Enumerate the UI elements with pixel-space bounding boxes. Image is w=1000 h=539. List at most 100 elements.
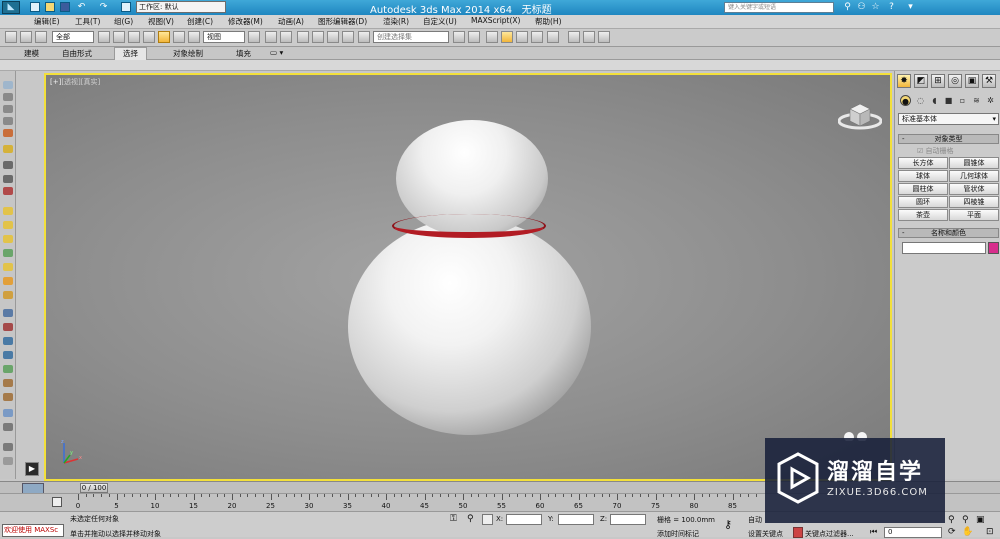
tool-icon-15[interactable] <box>3 277 13 285</box>
go-to-start-icon[interactable]: ⏮ <box>870 527 877 537</box>
lock-selection-icon[interactable]: ⚿ <box>450 514 457 524</box>
z-coordinate-field[interactable] <box>610 514 646 525</box>
tab-modeling[interactable]: 建模 <box>24 48 39 59</box>
pivot-center-icon[interactable] <box>248 31 260 43</box>
mirror-icon[interactable] <box>453 31 465 43</box>
app-logo-icon[interactable]: ◣ <box>2 1 20 14</box>
zoom-icon[interactable]: ⚲ <box>948 515 955 525</box>
menu-maxscript[interactable]: MAXScript(X) <box>471 16 520 25</box>
named-selection-dropdown[interactable]: 创建选择集 <box>373 31 449 43</box>
teapot-button[interactable]: 茶壶 <box>898 209 948 221</box>
binoculars-icon[interactable]: ⚲ <box>842 2 853 13</box>
maxscript-listener-field[interactable]: 欢迎使用 MAXSc <box>2 524 64 537</box>
tool-icon-19[interactable] <box>3 337 13 345</box>
key-mode-icon[interactable] <box>793 527 803 538</box>
cylinder-button[interactable]: 圆柱体 <box>898 183 948 195</box>
search-input[interactable]: 键入关键字或短语 <box>724 2 834 13</box>
project-folder-icon[interactable] <box>121 2 131 12</box>
viewport-play-button[interactable]: ▶ <box>25 462 39 476</box>
helpers-icon[interactable]: ▫ <box>957 95 968 106</box>
tool-icon-12[interactable] <box>3 235 13 243</box>
x-coordinate-field[interactable] <box>506 514 542 525</box>
tool-icon-6[interactable] <box>3 145 13 153</box>
tool-icon-4[interactable] <box>3 117 13 125</box>
undo-toolbar-icon[interactable] <box>5 31 17 43</box>
add-time-tag[interactable]: 添加时间标记 <box>657 529 699 539</box>
rollout-name-color[interactable]: - 名称和颜色 <box>898 228 999 238</box>
viewcube-icon[interactable] <box>838 97 882 131</box>
sphere-button[interactable]: 球体 <box>898 170 948 182</box>
undo-icon[interactable]: ↶ <box>76 2 87 13</box>
cone-button[interactable]: 圆锥体 <box>949 157 999 169</box>
tool-icon-26[interactable] <box>3 443 13 451</box>
menu-group[interactable]: 组(G) <box>114 16 133 27</box>
select-move-icon[interactable] <box>158 31 170 43</box>
percent-snap-icon[interactable] <box>327 31 339 43</box>
tool-icon-24[interactable] <box>3 409 13 417</box>
absolute-mode-icon[interactable] <box>482 514 493 525</box>
y-coordinate-field[interactable] <box>558 514 594 525</box>
tab-object-paint[interactable]: 对象绘制 <box>173 48 203 59</box>
create-tab-icon[interactable]: ✸ <box>897 74 911 88</box>
help-icon[interactable]: ? <box>886 2 897 13</box>
plane-button[interactable]: 平面 <box>949 209 999 221</box>
filter-icon[interactable] <box>52 497 62 507</box>
new-file-icon[interactable] <box>30 2 40 12</box>
tab-selection[interactable]: 选择 <box>114 47 147 60</box>
select-rotate-icon[interactable] <box>173 31 185 43</box>
menu-help[interactable]: 帮助(H) <box>535 16 562 27</box>
align-icon[interactable] <box>468 31 480 43</box>
tool-icon-5[interactable] <box>3 129 13 137</box>
menu-animation[interactable]: 动画(A) <box>278 16 304 27</box>
orbit-icon[interactable]: ⟳ <box>948 527 956 537</box>
pan-icon[interactable]: ✋ <box>962 527 973 537</box>
tool-icon-21[interactable] <box>3 365 13 373</box>
link-icon[interactable] <box>20 31 32 43</box>
autogrid-checkbox[interactable]: ☑ 自动栅格 <box>917 146 954 156</box>
tube-button[interactable]: 管状体 <box>949 183 999 195</box>
box-button[interactable]: 长方体 <box>898 157 948 169</box>
menu-modifiers[interactable]: 修改器(M) <box>228 16 263 27</box>
tool-icon-11[interactable] <box>3 221 13 229</box>
tool-icon-25[interactable] <box>3 423 13 431</box>
reference-coord-dropdown[interactable]: 视图 <box>203 31 245 43</box>
current-frame-field[interactable]: 0 <box>884 527 942 538</box>
graphite-toggle-icon[interactable] <box>501 31 513 43</box>
schematic-view-icon[interactable] <box>531 31 543 43</box>
auto-key-button[interactable]: 自动 <box>748 515 762 525</box>
edit-named-selection-icon[interactable] <box>358 31 370 43</box>
menu-graph-editors[interactable]: 图形编辑器(D) <box>318 16 367 27</box>
tool-icon-8[interactable] <box>3 175 13 183</box>
menu-edit[interactable]: 编辑(E) <box>34 16 60 27</box>
set-key-button[interactable]: 设置关键点 <box>748 529 783 539</box>
motion-tab-icon[interactable]: ◎ <box>948 74 962 88</box>
zoom-all-icon[interactable]: ⚲ <box>962 515 969 525</box>
rendered-frame-icon[interactable] <box>583 31 595 43</box>
angle-snap-icon[interactable] <box>312 31 324 43</box>
lights-icon[interactable]: ◖ <box>929 95 940 106</box>
menu-create[interactable]: 创建(C) <box>187 16 213 27</box>
red-collar-ring[interactable] <box>392 214 546 238</box>
render-setup-icon[interactable] <box>568 31 580 43</box>
key-icon[interactable]: ⚷ <box>724 518 732 531</box>
select-manipulate-icon[interactable] <box>265 31 277 43</box>
object-color-swatch[interactable] <box>988 242 999 254</box>
menu-rendering[interactable]: 渲染(R) <box>383 16 409 27</box>
unlink-icon[interactable] <box>35 31 47 43</box>
open-file-icon[interactable] <box>45 2 55 12</box>
tool-icon-9[interactable] <box>3 187 13 195</box>
body-sphere[interactable] <box>348 218 591 435</box>
minimize-icon[interactable]: ▾ <box>905 2 916 13</box>
render-icon[interactable] <box>598 31 610 43</box>
viewport-label[interactable]: [+][透视][真实] <box>50 77 100 87</box>
window-crossing-icon[interactable] <box>143 31 155 43</box>
modify-tab-icon[interactable]: ◩ <box>914 74 928 88</box>
rollout-object-type[interactable]: - 对象类型 <box>898 134 999 144</box>
torus-button[interactable]: 圆环 <box>898 196 948 208</box>
isolate-icon[interactable]: ⚲ <box>467 514 474 524</box>
redo-icon[interactable]: ↷ <box>98 2 109 13</box>
key-filters-button[interactable]: 关键点过滤器... <box>805 529 854 539</box>
pyramid-button[interactable]: 四棱锥 <box>949 196 999 208</box>
geometry-icon[interactable]: ● <box>900 95 911 106</box>
tool-icon-27[interactable] <box>3 457 13 465</box>
